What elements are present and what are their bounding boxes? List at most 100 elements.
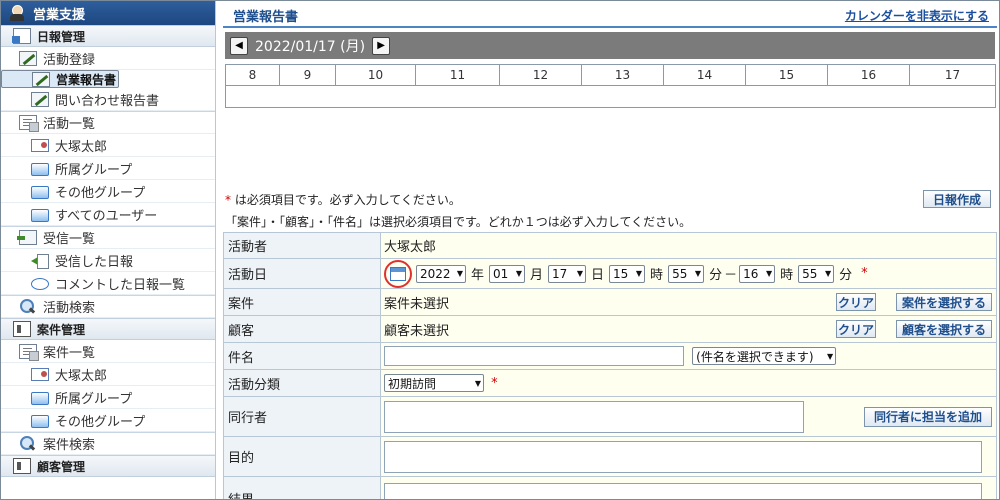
prev-day-button[interactable]: ◀ (230, 36, 248, 55)
schedule-slot[interactable] (225, 85, 996, 108)
sidebar-section-customer-management[interactable]: 顧客管理 (1, 455, 215, 477)
inbox-icon (17, 230, 37, 245)
case-field: 案件未選択 クリア 案件を選択する (380, 288, 997, 316)
sidebar-item-activity-register[interactable]: 活動登録 (1, 47, 215, 70)
sidebar-item-label: 受信一覧 (43, 232, 96, 247)
calendar-icon[interactable] (384, 259, 412, 288)
sidebar-item-label: 所属グループ (55, 391, 133, 407)
sidebar-item-inquiry-report[interactable]: 問い合わせ報告書 (1, 88, 215, 111)
sidebar-item-activity-search[interactable]: 活動検索 (1, 295, 215, 318)
category-field: 初期訪問 ▼ * (380, 369, 997, 397)
sidebar-item-label: すべてのユーザー (55, 208, 158, 224)
person-icon (9, 5, 27, 21)
create-report-button[interactable]: 日報作成 (923, 190, 991, 208)
sidebar-item-case-search[interactable]: 案件検索 (1, 432, 215, 455)
sidebar-item-case-list[interactable]: 案件一覧 (1, 340, 215, 363)
search-icon (19, 435, 37, 452)
sidebar-item-own-group[interactable]: 所属グループ (1, 157, 215, 180)
hour-cell: 9 (279, 64, 336, 86)
field-label: 結果 (223, 476, 381, 499)
pencil-icon (31, 91, 49, 107)
hour-cell: 11 (415, 64, 500, 86)
list-icon (19, 343, 39, 361)
sidebar-item-received-reports[interactable]: 受信した日報 (1, 249, 215, 272)
customer-value: 顧客未選択 (384, 323, 450, 339)
sidebar-item-label: 活動検索 (43, 301, 96, 316)
sidebar-item-case-self[interactable]: 大塚太郎 (1, 363, 215, 386)
selection-note: 「案件」・「顧客」・「件名」は選択必須項目です。どれか１つは必ず入力してください… (225, 215, 692, 229)
sidebar-item-label: 問い合わせ報告書 (55, 93, 160, 109)
required-star: * (861, 266, 868, 281)
pencil-icon (32, 71, 50, 87)
activity-date-field: 2022 ▼ 年 01 ▼ 月 17 ▼ 日 15 ▼ 時 55 ▼ 分 － 16 ▼ 時 … (380, 258, 997, 289)
sidebar-item-label: 大塚太郎 (55, 368, 108, 384)
end-hour-select[interactable]: 16 ▼ (739, 264, 776, 283)
day-select[interactable]: 17 ▼ (548, 264, 587, 283)
end-minute-select[interactable]: 55 ▼ (798, 264, 835, 283)
month-select[interactable]: 01 ▼ (489, 264, 526, 283)
field-label: 案件 (223, 288, 381, 316)
sidebar-item-label: その他グループ (55, 414, 146, 430)
form-row-purpose: 目的 (223, 436, 997, 477)
next-day-button[interactable]: ▶ (372, 36, 391, 55)
subject-select[interactable]: (件名を選択できます) ▼ (692, 347, 837, 365)
comment-icon (31, 278, 49, 290)
sidebar-item-other-group[interactable]: その他グループ (1, 180, 215, 203)
page-title: 営業報告書 (233, 9, 299, 25)
sidebar: 営業支援 日報管理 活動登録 営業報告書 問い合わせ報告書 活動一覧 大塚太郎 (1, 1, 216, 499)
required-note: * は必須項目です。必ず入力してください。 (225, 191, 461, 208)
form-row-companions: 同行者 同行者に担当を追加 (223, 396, 997, 437)
main-content: 営業報告書 カレンダーを非表示にする ◀ 2022/01/17 (月) ▶ 8 … (223, 1, 999, 499)
schedule-row[interactable] (225, 85, 996, 108)
subject-input[interactable] (384, 346, 684, 366)
sidebar-item-label: その他グループ (55, 185, 146, 201)
customer-field: 顧客未選択 クリア 顧客を選択する (380, 315, 997, 343)
form-row-customer: 顧客 顧客未選択 クリア 顧客を選択する (223, 315, 997, 343)
title-bar: 営業報告書 カレンダーを非表示にする (223, 4, 995, 26)
customer-select-button[interactable]: 顧客を選択する (896, 320, 992, 338)
field-label: 活動分類 (223, 369, 381, 397)
case-select-button[interactable]: 案件を選択する (896, 293, 992, 311)
hour-cell: 16 (827, 64, 910, 86)
sidebar-item-label: 活動登録 (43, 52, 96, 68)
sidebar-item-case-other-group[interactable]: その他グループ (1, 409, 215, 432)
user-card-icon (31, 138, 49, 152)
sidebar-item-activity-list[interactable]: 活動一覧 (1, 111, 215, 134)
companions-field: 同行者に担当を追加 (380, 396, 997, 437)
hour-cell: 10 (335, 64, 416, 86)
start-minute-select[interactable]: 55 ▼ (668, 264, 705, 283)
sidebar-section-case-management[interactable]: 案件管理 (1, 318, 215, 340)
result-textarea[interactable] (384, 483, 982, 499)
hour-cell: 15 (745, 64, 828, 86)
arrow-in-icon (31, 253, 49, 269)
start-hour-select[interactable]: 15 ▼ (609, 264, 646, 283)
sidebar-item-commented-reports[interactable]: コメントした日報一覧 (1, 272, 215, 295)
year-select[interactable]: 2022 ▼ (416, 264, 466, 283)
sidebar-item-self[interactable]: 大塚太郎 (1, 134, 215, 157)
hour-unit: 時 (650, 268, 664, 283)
sidebar-section-title: 案件管理 (37, 322, 86, 337)
sidebar-item-sales-report[interactable]: 営業報告書 (1, 70, 120, 88)
pencil-icon (19, 50, 37, 66)
sidebar-item-case-own-group[interactable]: 所属グループ (1, 386, 215, 409)
hour-cell: 8 (225, 64, 280, 86)
sidebar-header-title: 営業支援 (33, 7, 86, 23)
actor-value: 大塚太郎 (380, 232, 997, 259)
customer-clear-button[interactable]: クリア (836, 320, 876, 338)
search-icon (19, 298, 37, 315)
sidebar-item-label: 営業報告書 (56, 72, 117, 87)
purpose-textarea[interactable] (384, 440, 982, 473)
day-unit: 日 (591, 268, 605, 283)
sidebar-item-inbox-list[interactable]: 受信一覧 (1, 226, 215, 249)
sidebar-item-all-users[interactable]: すべてのユーザー (1, 203, 215, 226)
customer-icon (13, 458, 31, 474)
sidebar-item-label: 案件一覧 (43, 345, 96, 361)
hour-cell: 17 (909, 64, 996, 86)
add-companion-button[interactable]: 同行者に担当を追加 (864, 406, 992, 427)
hide-calendar-link[interactable]: カレンダーを非表示にする (845, 7, 989, 24)
folder-icon (31, 391, 49, 405)
category-select[interactable]: 初期訪問 ▼ (384, 374, 484, 392)
sidebar-section-daily-report[interactable]: 日報管理 (1, 25, 215, 47)
case-clear-button[interactable]: クリア (836, 293, 876, 311)
companions-textarea[interactable] (384, 400, 804, 433)
